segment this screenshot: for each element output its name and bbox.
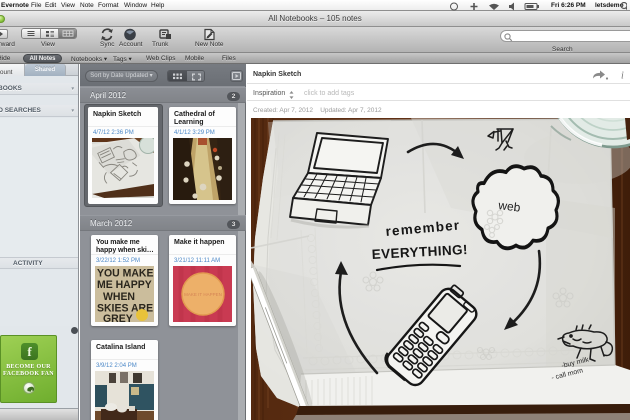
svg-text:YOU MAKE: YOU MAKE <box>97 267 153 279</box>
svg-text:GREY: GREY <box>103 313 133 322</box>
svg-text:web: web <box>497 198 522 215</box>
svg-text:MAKE IT HAPPEN: MAKE IT HAPPEN <box>184 292 222 297</box>
svg-text:WHEN: WHEN <box>103 291 135 303</box>
svg-text:i: i <box>621 71 624 82</box>
svg-text:ME HAPPY: ME HAPPY <box>97 279 153 291</box>
